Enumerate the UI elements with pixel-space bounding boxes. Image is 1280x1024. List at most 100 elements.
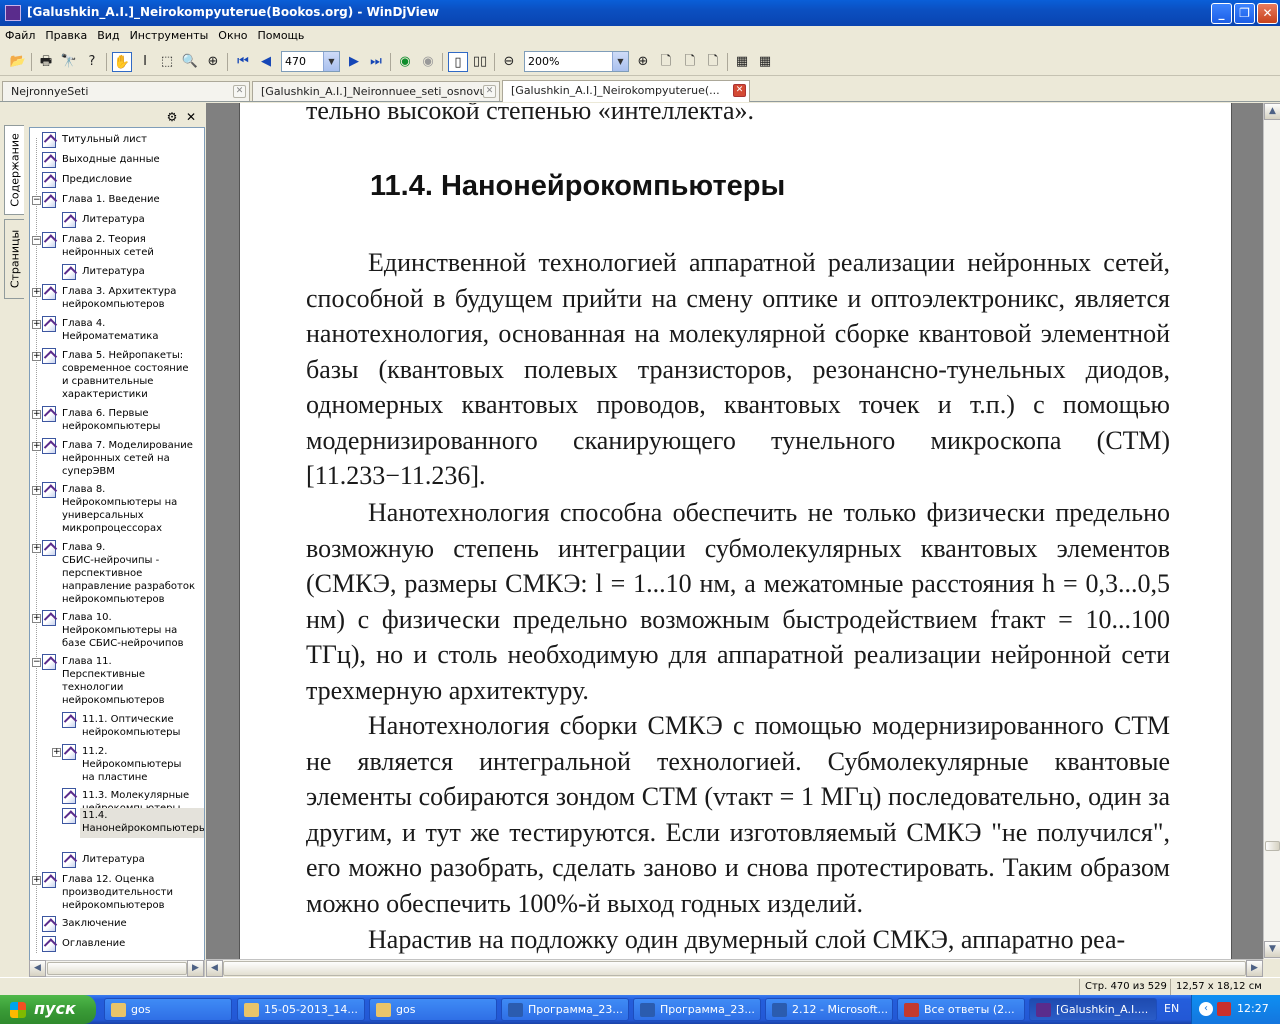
scroll-up-icon[interactable]: ▲ <box>1264 103 1280 120</box>
toc-item[interactable]: Глава 11. Перспективные технологии нейро… <box>62 655 165 707</box>
print-icon[interactable]: 🖶 <box>36 52 56 72</box>
taskbar-item[interactable]: Все ответы (2... <box>897 998 1025 1021</box>
taskbar-item[interactable]: gos <box>369 998 497 1021</box>
close-tab-icon[interactable]: ✕ <box>733 84 746 97</box>
find-icon[interactable]: 🔭 <box>59 52 79 72</box>
scroll-left-icon[interactable]: ◀ <box>206 960 223 977</box>
tab-contents[interactable]: Содержание <box>4 125 24 215</box>
zoom-out-icon[interactable]: ⊖ <box>499 52 519 72</box>
toc-item[interactable]: Глава 9. СБИС-нейрочипы - перспективное … <box>62 541 195 606</box>
toc-item[interactable]: Титульный лист <box>62 133 147 146</box>
close-button[interactable]: ✕ <box>1257 3 1278 24</box>
open-folder-icon[interactable]: 📂 <box>8 52 28 72</box>
expand-icon[interactable]: + <box>32 410 41 419</box>
toc-tree[interactable]: Титульный лист Выходные данные Предисловие… <box>29 127 205 961</box>
taskbar-item[interactable]: gos <box>104 998 232 1021</box>
horizontal-scrollbar[interactable]: ◀ ▶ <box>206 959 1263 977</box>
back-icon[interactable]: ◉ <box>395 52 415 72</box>
last-page-icon[interactable]: ⏭ <box>366 52 386 72</box>
collapse-icon[interactable]: − <box>32 236 41 245</box>
taskbar-item[interactable]: [Galushkin_A.I.... <box>1029 998 1157 1021</box>
menu-help[interactable]: Помощь <box>253 26 310 42</box>
toc-item[interactable]: Выходные данные <box>62 153 160 166</box>
scroll-thumb[interactable] <box>223 961 1246 976</box>
scroll-left-icon[interactable]: ◀ <box>29 960 46 977</box>
menu-window[interactable]: Окно <box>213 26 252 42</box>
language-indicator[interactable]: EN <box>1164 1002 1179 1015</box>
zoom-in-icon[interactable]: ⊕ <box>633 52 653 72</box>
display-mode-icon[interactable]: ▦ <box>732 52 752 72</box>
expand-icon[interactable]: + <box>32 544 41 553</box>
fit-width-icon[interactable]: 🗋 <box>680 52 700 72</box>
chevron-down-icon[interactable]: ▼ <box>612 52 628 71</box>
close-icon[interactable]: ✕ <box>184 110 198 124</box>
minimize-button[interactable]: _ <box>1211 3 1232 24</box>
gear-icon[interactable]: ⚙ <box>165 110 179 124</box>
toc-item[interactable]: Заключение <box>62 917 127 930</box>
forward-icon[interactable]: ◉ <box>418 52 438 72</box>
toc-item[interactable]: 11.2. Нейрокомпьютеры на пластине <box>82 745 181 784</box>
toc-item[interactable]: Глава 6. Первые нейрокомпьютеры <box>62 407 160 433</box>
toc-item[interactable]: Литература <box>82 265 145 278</box>
toc-item[interactable]: 11.1. Оптические нейрокомпьютеры <box>82 713 180 739</box>
scroll-thumb[interactable] <box>47 962 187 975</box>
single-page-icon[interactable]: ▯ <box>448 52 468 72</box>
expand-icon[interactable]: + <box>32 876 41 885</box>
taskbar-item[interactable]: Программа_23... <box>633 998 761 1021</box>
collapse-tray-icon[interactable]: ‹ <box>1199 1002 1213 1016</box>
toc-item[interactable]: Литература <box>82 213 145 226</box>
toc-item[interactable]: Глава 12. Оценка производительности нейр… <box>62 873 173 912</box>
tab-nejronnyeseti[interactable]: NejronnyeSeti ✕ <box>2 81 250 101</box>
toc-item[interactable]: Глава 5. Нейропакеты: современное состоя… <box>62 349 189 401</box>
toc-item[interactable]: Глава 1. Введение <box>62 193 160 206</box>
rotate-icon[interactable]: ▦ <box>755 52 775 72</box>
clock[interactable]: 12:27 <box>1237 1002 1269 1015</box>
expand-icon[interactable]: + <box>32 442 41 451</box>
menu-file[interactable]: Файл <box>0 26 40 42</box>
toc-item[interactable]: Глава 2. Теория нейронных сетей <box>62 233 154 259</box>
start-button[interactable]: пуск <box>0 995 96 1024</box>
page-number-combo[interactable]: 470 ▼ <box>281 51 340 72</box>
help-icon[interactable]: ? <box>82 52 102 72</box>
toc-item[interactable]: 11.4. Нанонейрокомпьютеры <box>82 809 204 835</box>
toc-item[interactable]: Глава 8. Нейрокомпьютеры на универсальны… <box>62 483 177 535</box>
select-rect-icon[interactable]: ⬚ <box>157 52 177 72</box>
toc-horizontal-scrollbar[interactable]: ◀ ▶ <box>29 960 205 977</box>
close-tab-icon[interactable]: ✕ <box>233 85 246 98</box>
antivirus-icon[interactable] <box>1217 1002 1231 1016</box>
taskbar-item[interactable]: Программа_23... <box>501 998 629 1021</box>
windjview-app-icon[interactable] <box>5 5 21 21</box>
taskbar-item[interactable]: 15-05-2013_14... <box>237 998 365 1021</box>
maximize-button[interactable]: ❐ <box>1234 3 1255 24</box>
expand-icon[interactable]: + <box>32 486 41 495</box>
toc-item[interactable]: Глава 4. Нейроматематика <box>62 317 158 343</box>
menu-view[interactable]: Вид <box>92 26 124 42</box>
expand-icon[interactable]: + <box>32 614 41 623</box>
toc-item[interactable]: Предисловие <box>62 173 132 186</box>
expand-icon[interactable]: + <box>32 352 41 361</box>
collapse-icon[interactable]: − <box>32 658 41 667</box>
toc-item[interactable]: Глава 7. Моделирование нейронных сетей н… <box>62 439 193 478</box>
tab-neironnuee-seti[interactable]: [Galushkin_A.I.]_Neironnuee_seti_osnovu.… <box>252 81 500 101</box>
close-tab-icon[interactable]: ✕ <box>483 85 496 98</box>
actual-size-icon[interactable]: 🗋 <box>703 52 723 72</box>
first-page-icon[interactable]: ⏮ <box>233 52 253 72</box>
fit-page-icon[interactable]: 🗋 <box>656 52 676 72</box>
document-view[interactable]: тельно высокой степенью «интеллекта». 11… <box>206 103 1263 959</box>
two-page-icon[interactable]: ▯▯ <box>470 52 490 72</box>
menu-tools[interactable]: Инструменты <box>125 26 214 42</box>
expand-icon[interactable]: + <box>52 748 61 757</box>
scroll-right-icon[interactable]: ▶ <box>1246 960 1263 977</box>
taskbar-item[interactable]: 2.12 - Microsoft... <box>765 998 893 1021</box>
toc-item[interactable]: Литература <box>82 853 145 866</box>
toc-item[interactable]: Оглавление <box>62 937 125 950</box>
toc-item[interactable]: Глава 3. Архитектура нейрокомпьютеров <box>62 285 176 311</box>
scroll-down-icon[interactable]: ▼ <box>1264 941 1280 958</box>
menu-edit[interactable]: Правка <box>40 26 92 42</box>
toc-item[interactable]: Глава 10. Нейрокомпьютеры на базе СБИС-н… <box>62 611 183 650</box>
scroll-right-icon[interactable]: ▶ <box>187 960 204 977</box>
tab-pages[interactable]: Страницы <box>4 219 24 299</box>
collapse-icon[interactable]: − <box>32 196 41 205</box>
scroll-thumb[interactable] <box>1265 841 1280 851</box>
chevron-down-icon[interactable]: ▼ <box>323 52 339 71</box>
